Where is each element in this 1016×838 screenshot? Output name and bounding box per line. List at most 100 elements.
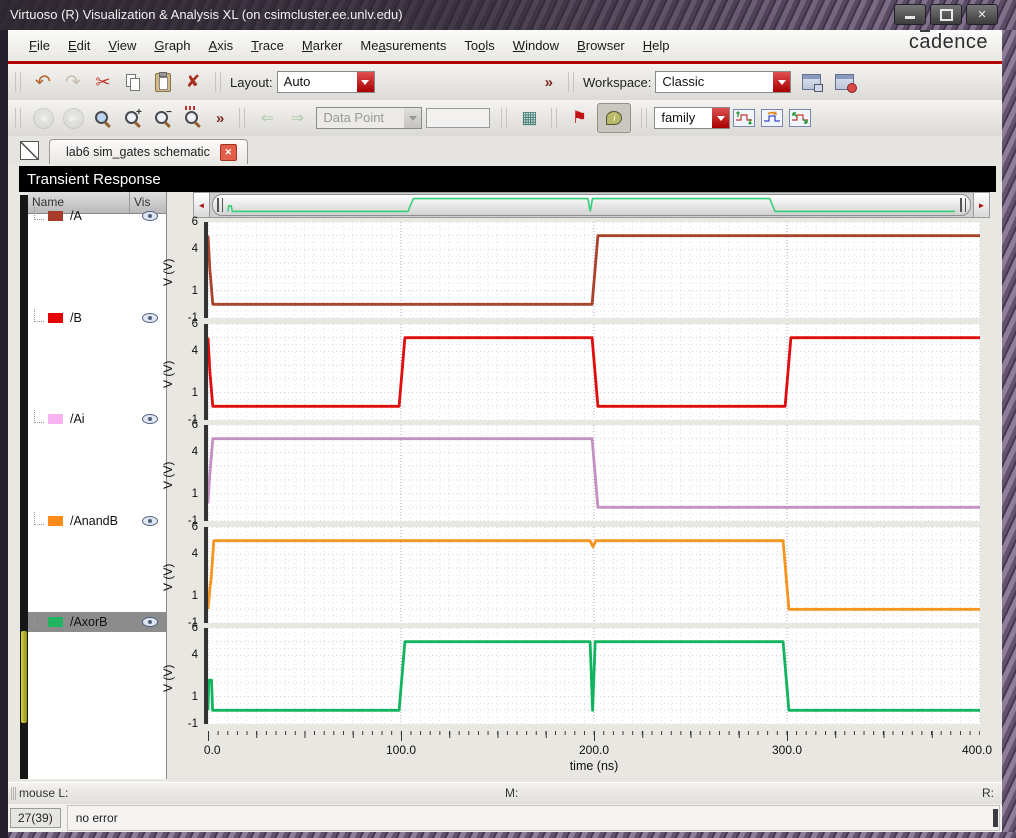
y-axis-ticks bbox=[201, 324, 208, 420]
menu-graph[interactable]: Graph bbox=[147, 35, 197, 56]
signal-row-AnandB[interactable]: /AnandB bbox=[28, 511, 166, 531]
cut-button[interactable]: ✂ bbox=[91, 70, 115, 94]
maximize-button[interactable] bbox=[930, 4, 962, 25]
toolbar-grip[interactable] bbox=[15, 72, 21, 92]
zoom-fit-button[interactable] bbox=[91, 106, 115, 130]
scroll-thumb-grip[interactable] bbox=[217, 198, 223, 212]
marker-flag-button[interactable]: ⚑ bbox=[567, 106, 591, 130]
message-grip[interactable] bbox=[993, 809, 998, 827]
family-dropdown[interactable]: family bbox=[654, 107, 730, 129]
visibility-eye-icon[interactable] bbox=[142, 211, 158, 221]
chevron-down-icon[interactable] bbox=[712, 108, 729, 128]
point-value-field[interactable] bbox=[426, 108, 490, 128]
pan-back-button[interactable]: ◀ bbox=[31, 106, 55, 130]
info-balloon-icon: i bbox=[606, 111, 622, 125]
tab-sim-gates[interactable]: lab6 sim_gates schematic ✕ bbox=[49, 139, 248, 164]
scroll-right-button[interactable]: ► bbox=[973, 192, 990, 218]
pan-forward-button[interactable]: ▶ bbox=[61, 106, 85, 130]
menu-help[interactable]: Help bbox=[636, 35, 677, 56]
close-button[interactable]: ✕ bbox=[966, 4, 998, 25]
zoom-area-button[interactable] bbox=[181, 106, 205, 130]
menu-marker[interactable]: Marker bbox=[295, 35, 350, 56]
waveform-plot[interactable] bbox=[208, 324, 980, 420]
y-tick-label: 6 bbox=[192, 419, 198, 431]
scroll-thumb-grip[interactable] bbox=[960, 198, 966, 212]
waveform-plot[interactable] bbox=[208, 222, 980, 318]
scroll-thumb[interactable] bbox=[212, 194, 971, 216]
toolbar-grip[interactable] bbox=[15, 108, 21, 128]
y-tick-label: 6 bbox=[192, 521, 198, 533]
update-plot-button[interactable] bbox=[789, 109, 811, 127]
zoom-out-icon: − bbox=[153, 108, 173, 128]
toolbar-grip[interactable] bbox=[568, 72, 574, 92]
chevron-down-icon[interactable] bbox=[773, 72, 790, 92]
strip-vertical-scrollbar-thumb[interactable] bbox=[21, 631, 27, 723]
datapoint-dropdown[interactable]: Data Point bbox=[316, 107, 422, 129]
scroll-track[interactable] bbox=[210, 192, 973, 218]
menu-measurements[interactable]: Measurements bbox=[353, 35, 453, 56]
menu-tools[interactable]: Tools bbox=[457, 35, 501, 56]
waveform-plot[interactable] bbox=[208, 527, 980, 623]
delete-workspace-button[interactable] bbox=[832, 70, 856, 94]
workspace-dropdown[interactable]: Classic bbox=[655, 71, 791, 93]
signal-row-Ai[interactable]: /Ai bbox=[28, 409, 166, 429]
strip-vertical-scrollbar[interactable] bbox=[20, 195, 28, 779]
x-tick-label: 400.0 bbox=[962, 743, 992, 757]
next-point-button[interactable]: ⇒ bbox=[285, 106, 309, 130]
toolbar-grip[interactable] bbox=[215, 72, 221, 92]
toolbar-grip[interactable] bbox=[641, 108, 647, 128]
toolbar-grip[interactable] bbox=[239, 108, 245, 128]
undo-button[interactable]: ↶ bbox=[31, 70, 55, 94]
toolbar-grip[interactable] bbox=[551, 108, 557, 128]
scroll-left-button[interactable]: ◄ bbox=[193, 192, 210, 218]
waveform-strip-Ai[interactable]: V (V)641-1 bbox=[160, 425, 1000, 526]
undo-icon: ↶ bbox=[35, 71, 51, 94]
chevron-down-icon bbox=[404, 108, 421, 128]
layout-dropdown[interactable]: Auto bbox=[277, 71, 375, 93]
graph-mode-icon[interactable] bbox=[20, 141, 39, 160]
zoom-out-button[interactable]: − bbox=[151, 106, 175, 130]
signal-row-B[interactable]: /B bbox=[28, 308, 166, 328]
window-border-right bbox=[1002, 0, 1016, 838]
waveform-strip-A[interactable]: V (V)641-1 bbox=[160, 222, 1000, 323]
swap-sweep-button[interactable] bbox=[733, 109, 755, 127]
menu-window[interactable]: Window bbox=[506, 35, 566, 56]
visibility-eye-icon[interactable] bbox=[142, 617, 158, 627]
redo-button[interactable]: ↷ bbox=[61, 70, 85, 94]
time-overview-scrollbar[interactable]: ◄ ► bbox=[193, 192, 990, 218]
menu-file[interactable]: File bbox=[22, 35, 57, 56]
chevron-down-icon[interactable] bbox=[357, 72, 374, 92]
menu-axis[interactable]: Axis bbox=[202, 35, 241, 56]
signal-row-A[interactable]: /A bbox=[28, 206, 166, 226]
menu-edit[interactable]: Edit bbox=[61, 35, 97, 56]
minimize-button[interactable] bbox=[894, 4, 926, 25]
toolbar-overflow-chevron[interactable]: » bbox=[216, 110, 224, 127]
delete-button[interactable]: ✘ bbox=[181, 70, 205, 94]
visibility-eye-icon[interactable] bbox=[142, 516, 158, 526]
visibility-eye-icon[interactable] bbox=[142, 313, 158, 323]
toolbar-overflow-chevron[interactable]: » bbox=[545, 74, 553, 91]
zoom-in-button[interactable]: + bbox=[121, 106, 145, 130]
waveform-plot[interactable] bbox=[208, 628, 980, 724]
menu-browser[interactable]: Browser bbox=[570, 35, 632, 56]
waveform-strip-AxorB[interactable]: V (V)641-1 bbox=[160, 628, 1000, 729]
signal-name: /AxorB bbox=[70, 615, 142, 629]
save-workspace-button[interactable] bbox=[799, 70, 823, 94]
annotation-button[interactable]: i bbox=[597, 103, 631, 133]
prev-point-button[interactable]: ⇐ bbox=[255, 106, 279, 130]
title-bar[interactable]: Virtuoso (R) Visualization & Analysis XL… bbox=[0, 0, 1016, 30]
copy-button[interactable] bbox=[121, 70, 145, 94]
tab-close-button[interactable]: ✕ bbox=[220, 144, 237, 161]
waveform-strip-B[interactable]: V (V)641-1 bbox=[160, 324, 1000, 425]
menu-view[interactable]: View bbox=[101, 35, 143, 56]
waveform-strip-AnandB[interactable]: V (V)641-1 bbox=[160, 527, 1000, 628]
signal-row-AxorB[interactable]: /AxorB bbox=[28, 612, 166, 632]
menu-trace[interactable]: Trace bbox=[244, 35, 291, 56]
visibility-eye-icon[interactable] bbox=[142, 414, 158, 424]
refresh-plot-button[interactable] bbox=[761, 109, 783, 127]
paste-button[interactable] bbox=[151, 70, 175, 94]
paste-icon bbox=[155, 73, 171, 92]
calculator-button[interactable]: ▦ bbox=[517, 106, 541, 130]
waveform-plot[interactable] bbox=[208, 425, 980, 521]
toolbar-grip[interactable] bbox=[501, 108, 507, 128]
